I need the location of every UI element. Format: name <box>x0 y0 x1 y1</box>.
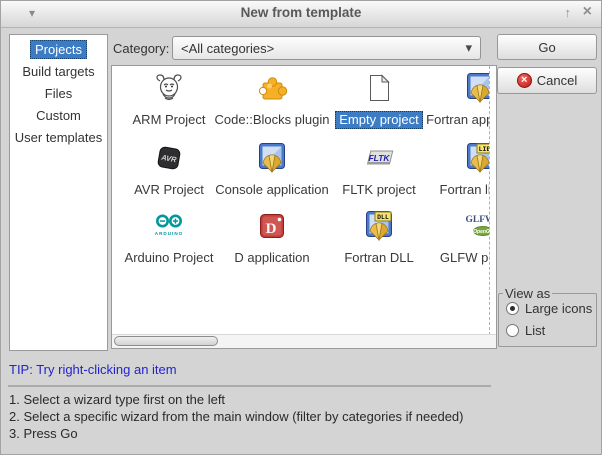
cancel-button-label: Cancel <box>537 73 577 88</box>
sidebar-item-files[interactable]: Files <box>10 82 107 104</box>
template-item-arduino-project[interactable]: ARDUINO Arduino Project <box>114 210 224 267</box>
template-item-label: GLFW project <box>436 249 489 267</box>
avr-chip-icon: AVR <box>153 142 185 174</box>
tip-text: TIP: Try right-clicking an item <box>9 362 177 377</box>
svg-text:GLFW: GLFW <box>465 215 489 225</box>
fortran-app-icon <box>464 72 489 104</box>
go-button[interactable]: Go <box>497 34 597 60</box>
radio-button-selected[interactable] <box>506 302 519 315</box>
template-item-label: Fortran application <box>422 111 489 129</box>
svg-text:OpenGL: OpenGL <box>473 229 489 235</box>
template-item-empty-project[interactable]: Empty project <box>324 72 434 129</box>
wizard-type-list: Projects Build targets Files Custom User tem… <box>9 34 108 351</box>
new-from-template-dialog: ▾ New from template ↑ × Projects Build ta… <box>0 0 602 455</box>
template-item-label: Fortran library <box>436 181 489 199</box>
arduino-icon: ARDUINO <box>153 210 185 242</box>
d-app-icon: D <box>256 210 288 242</box>
radio-label: Large icons <box>525 301 592 316</box>
template-item-glfw-project[interactable]: GLFW OpenGL GLFW project <box>425 210 489 267</box>
template-item-code-blocks-plugin[interactable]: Code::Blocks plugin <box>217 72 327 129</box>
fortran-lib-icon: LIB <box>464 142 489 174</box>
panel-sash[interactable] <box>489 66 490 335</box>
puzzle-icon <box>256 72 288 104</box>
sidebar-item-build-targets[interactable]: Build targets <box>10 60 107 82</box>
sidebar-item-user-templates[interactable]: User templates <box>10 126 107 148</box>
template-item-fltk-project[interactable]: FLTK FLTK project <box>324 142 434 199</box>
template-item-label: AVR Project <box>130 181 208 199</box>
template-item-label: FLTK project <box>338 181 419 199</box>
template-item-arm-project[interactable]: ARM Project <box>114 72 224 129</box>
template-item-label: Arduino Project <box>121 249 218 267</box>
template-item-fortran-library[interactable]: LIB Fortran library <box>425 142 489 199</box>
template-item-label: Console application <box>211 181 332 199</box>
template-item-label: ARM Project <box>129 111 210 129</box>
console-app-icon <box>256 142 288 174</box>
view-as-option-large-icons[interactable]: Large icons <box>506 301 596 316</box>
go-button-label: Go <box>538 40 555 55</box>
sidebar-item-projects[interactable]: Projects <box>10 38 107 60</box>
glfw-icon: GLFW OpenGL <box>464 210 489 242</box>
template-item-label: Fortran DLL <box>340 249 417 267</box>
template-item-fortran-dll[interactable]: DLL Fortran DLL <box>324 210 434 267</box>
template-item-fortran-application[interactable]: Fortran application <box>425 72 489 129</box>
instructions: 1. Select a wizard type first on the lef… <box>9 391 463 442</box>
maximize-icon[interactable]: ↑ <box>565 5 572 20</box>
cancel-icon: × <box>517 73 532 88</box>
instruction-line: 3. Press Go <box>9 425 463 442</box>
horizontal-scrollbar[interactable] <box>112 334 496 348</box>
template-grid-panel: ARM ProjectCode::Blocks pluginEmpty proj… <box>111 65 497 349</box>
gnu-icon <box>153 72 185 104</box>
template-item-d-application[interactable]: D D application <box>217 210 327 267</box>
view-as-group: View as Large iconsList <box>498 293 597 347</box>
cancel-button[interactable]: × Cancel <box>497 67 597 94</box>
category-label: Category: <box>113 41 169 56</box>
svg-text:LIB: LIB <box>479 146 489 153</box>
sidebar-item-label: Projects <box>30 40 87 59</box>
radio-label: List <box>525 323 545 338</box>
view-as-option-list[interactable]: List <box>506 323 596 338</box>
fortran-dll-icon: DLL <box>363 210 395 242</box>
svg-text:ARDUINO: ARDUINO <box>155 231 183 236</box>
instruction-line: 2. Select a specific wizard from the mai… <box>9 408 463 425</box>
instruction-line: 1. Select a wizard type first on the lef… <box>9 391 463 408</box>
sidebar-item-custom[interactable]: Custom <box>10 104 107 126</box>
titlebar[interactable]: ▾ New from template ↑ × <box>1 1 601 28</box>
blank-page-icon <box>363 72 395 104</box>
sidebar-item-label: Build targets <box>17 62 99 81</box>
sidebar-item-label: User templates <box>10 128 107 147</box>
chevron-down-icon: ▾ <box>465 40 472 56</box>
category-value: <All categories> <box>181 41 274 56</box>
template-item-label: Empty project <box>335 111 422 129</box>
svg-text:FLTK: FLTK <box>368 153 390 163</box>
svg-text:DLL: DLL <box>377 214 389 221</box>
svg-text:D: D <box>266 221 277 237</box>
template-item-console-application[interactable]: Console application <box>217 142 327 199</box>
category-dropdown[interactable]: <All categories> ▾ <box>172 36 481 60</box>
template-item-avr-project[interactable]: AVR AVR Project <box>114 142 224 199</box>
template-grid-viewport: ARM ProjectCode::Blocks pluginEmpty proj… <box>112 66 489 335</box>
separator <box>8 385 491 387</box>
sidebar-item-label: Custom <box>31 106 86 125</box>
template-item-label: Code::Blocks plugin <box>211 111 334 129</box>
template-item-label: D application <box>230 249 313 267</box>
window-title: New from template <box>1 5 601 20</box>
fltk-icon: FLTK <box>363 142 395 174</box>
radio-button[interactable] <box>506 324 519 337</box>
sidebar-item-label: Files <box>40 84 77 103</box>
view-as-legend: View as <box>503 286 552 301</box>
close-icon[interactable]: × <box>583 3 592 21</box>
scrollbar-thumb[interactable] <box>114 336 218 346</box>
